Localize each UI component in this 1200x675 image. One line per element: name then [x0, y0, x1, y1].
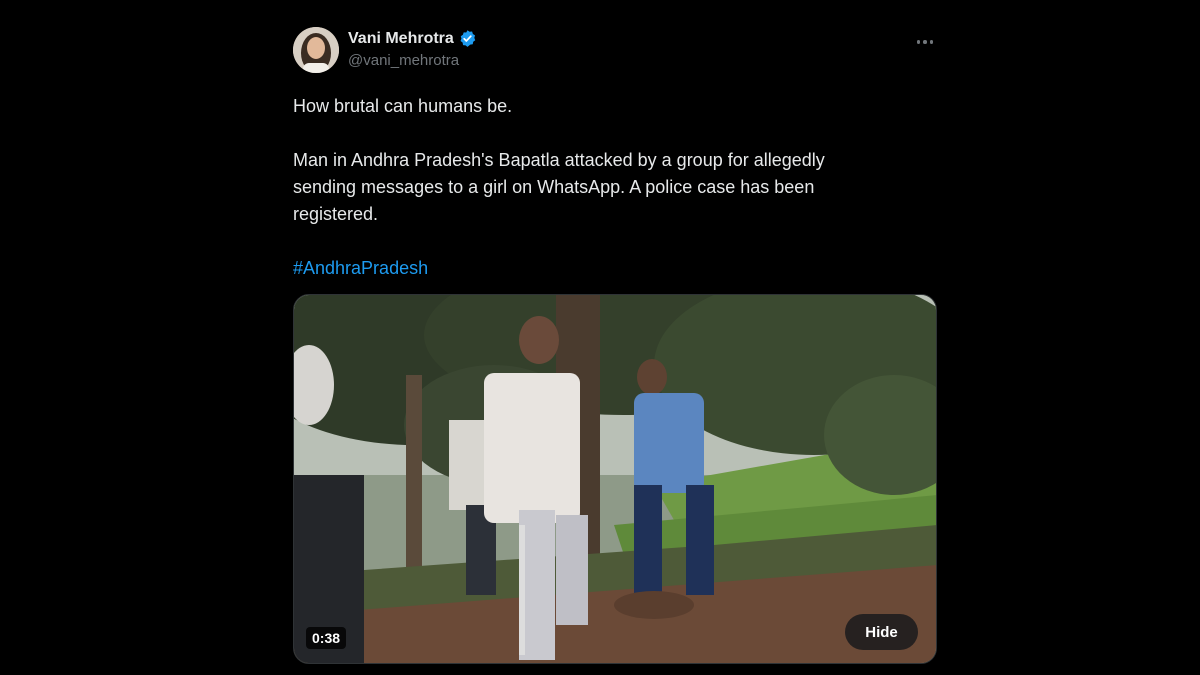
tweet-text-line: registered. [293, 204, 379, 224]
tweet-text-line: sending messages to a girl on WhatsApp. … [293, 177, 815, 197]
video-player[interactable]: 0:38 Hide [293, 294, 937, 664]
video-frame [294, 295, 936, 663]
hide-button[interactable]: Hide [845, 614, 918, 650]
display-name[interactable]: Vani Mehrotra [348, 30, 454, 48]
tweet-header: Vani Mehrotra @vani_mehrotra [293, 24, 937, 80]
tweet[interactable]: Vani Mehrotra @vani_mehrotra How brutal … [293, 24, 937, 664]
video-duration: 0:38 [306, 627, 347, 649]
handle[interactable]: @vani_mehrotra [348, 52, 477, 69]
verified-badge-icon [458, 29, 477, 48]
tweet-text-line: How brutal can humans be. [293, 96, 513, 116]
tweet-text: How brutal can humans be. Man in Andhra … [293, 93, 937, 282]
hashtag-link[interactable]: #AndhraPradesh [293, 258, 428, 278]
more-options-icon[interactable] [913, 32, 937, 52]
avatar[interactable] [293, 27, 339, 73]
tweet-text-line: Man in Andhra Pradesh's Bapatla attacked… [293, 150, 825, 170]
